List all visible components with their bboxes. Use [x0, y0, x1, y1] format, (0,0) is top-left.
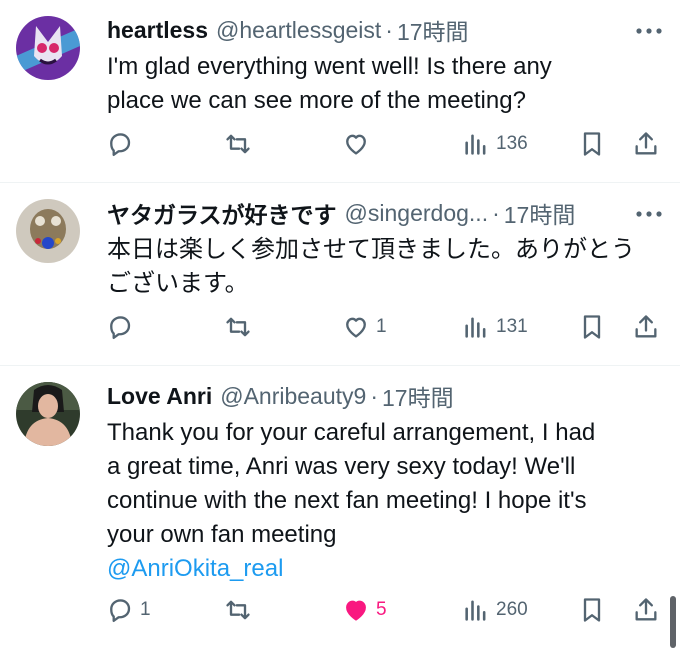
action-bar: 136 — [0, 128, 680, 160]
tweet-text-line: a great time, Anri was very sexy today! … — [107, 453, 576, 480]
tweet-text: Thank you for your careful arrangement, … — [107, 416, 652, 586]
bookmark-button[interactable] — [578, 594, 606, 626]
tweet-text: I'm glad everything went well! Is there … — [107, 50, 652, 118]
views-button[interactable]: 136 — [462, 128, 528, 160]
tweet-text-line: your own fan meeting — [107, 521, 337, 548]
reply-icon — [110, 316, 131, 340]
reply-icon — [110, 133, 131, 157]
share-icon — [635, 598, 657, 621]
bookmark-button[interactable] — [578, 311, 606, 343]
action-bar: 1 131 — [0, 311, 680, 343]
retweet-icon — [226, 317, 250, 337]
tweet[interactable]: heartless @heartlessgeist · 17時間 I'm gla… — [0, 0, 680, 182]
avatar[interactable] — [16, 199, 80, 263]
reply-button[interactable] — [106, 128, 140, 160]
tweet[interactable]: Love Anri @Anribeauty9 · 17時間 Thank you … — [0, 366, 680, 653]
tweet-text-line: ございます。 — [107, 270, 249, 297]
bookmark-icon — [583, 598, 601, 622]
action-bar: 1 5 260 — [0, 594, 680, 626]
separator-dot: · — [385, 16, 393, 43]
like-icon — [346, 317, 366, 338]
separator-dot: · — [370, 382, 378, 409]
avatar[interactable] — [16, 16, 80, 80]
share-button[interactable] — [632, 128, 660, 160]
like-count: 5 — [376, 599, 387, 620]
user-handle[interactable]: @heartlessgeist — [216, 17, 381, 44]
avatar[interactable] — [16, 382, 80, 446]
timestamp[interactable]: 17時間 — [382, 380, 454, 412]
reply-count: 1 — [140, 599, 151, 620]
reply-button[interactable]: 1 — [106, 594, 151, 626]
views-icon — [465, 134, 486, 155]
bookmark-button[interactable] — [578, 128, 606, 160]
views-count: 260 — [496, 599, 528, 620]
retweet-icon — [226, 134, 250, 154]
tweet-text-line: continue with the next fan meeting! I ho… — [107, 487, 587, 514]
more-button[interactable] — [634, 199, 664, 229]
retweet-button[interactable] — [224, 128, 258, 160]
mention-link[interactable]: @AnriOkita_real — [107, 552, 652, 586]
more-button[interactable] — [634, 16, 664, 46]
tweet-text-line: 本日は楽しく参加させて頂きました。ありがとう — [107, 236, 635, 263]
views-icon — [465, 317, 486, 338]
avatar-image — [16, 16, 80, 80]
display-name[interactable]: ヤタガラスが好きです — [107, 197, 337, 229]
like-button[interactable]: 5 — [342, 594, 387, 626]
timestamp[interactable]: 17時間 — [397, 14, 469, 46]
views-button[interactable]: 131 — [462, 311, 528, 343]
tweet-text-line: I'm glad everything went well! Is there … — [107, 53, 552, 80]
avatar-image — [16, 382, 80, 446]
display-name[interactable]: heartless — [107, 17, 208, 44]
retweet-icon — [226, 600, 250, 620]
tweet[interactable]: ヤタガラスが好きです @singerdog... · 17時間 本日は楽しく参加… — [0, 183, 680, 365]
views-count: 136 — [496, 133, 528, 154]
like-button[interactable] — [342, 128, 376, 160]
reply-button[interactable] — [106, 311, 140, 343]
like-button[interactable]: 1 — [342, 311, 387, 343]
bookmark-icon — [583, 315, 601, 339]
views-icon — [465, 600, 486, 621]
avatar-image — [16, 199, 80, 263]
tweet-text-line: place we can see more of the meeting? — [107, 87, 526, 114]
user-handle[interactable]: @Anribeauty9 — [220, 383, 366, 410]
share-icon — [635, 315, 657, 338]
retweet-button[interactable] — [224, 594, 258, 626]
timestamp[interactable]: 17時間 — [504, 197, 576, 229]
user-handle[interactable]: @singerdog... — [345, 200, 489, 227]
display-name[interactable]: Love Anri — [107, 383, 212, 410]
more-icon — [636, 28, 662, 34]
views-button[interactable]: 260 — [462, 594, 528, 626]
share-button[interactable] — [632, 311, 660, 343]
like-icon — [346, 134, 366, 155]
like-icon-filled — [346, 600, 366, 621]
tweet-text: 本日は楽しく参加させて頂きました。ありがとう ございます。 — [107, 233, 652, 301]
share-icon — [635, 132, 657, 155]
bookmark-icon — [583, 132, 601, 156]
share-button[interactable] — [632, 594, 660, 626]
retweet-button[interactable] — [224, 311, 258, 343]
separator-dot: · — [492, 199, 500, 226]
reply-icon — [110, 599, 131, 623]
like-count: 1 — [376, 316, 387, 337]
more-icon — [636, 211, 662, 217]
tweet-text-line: Thank you for your careful arrangement, … — [107, 419, 596, 446]
views-count: 131 — [496, 316, 528, 337]
scrollbar[interactable] — [670, 596, 676, 648]
